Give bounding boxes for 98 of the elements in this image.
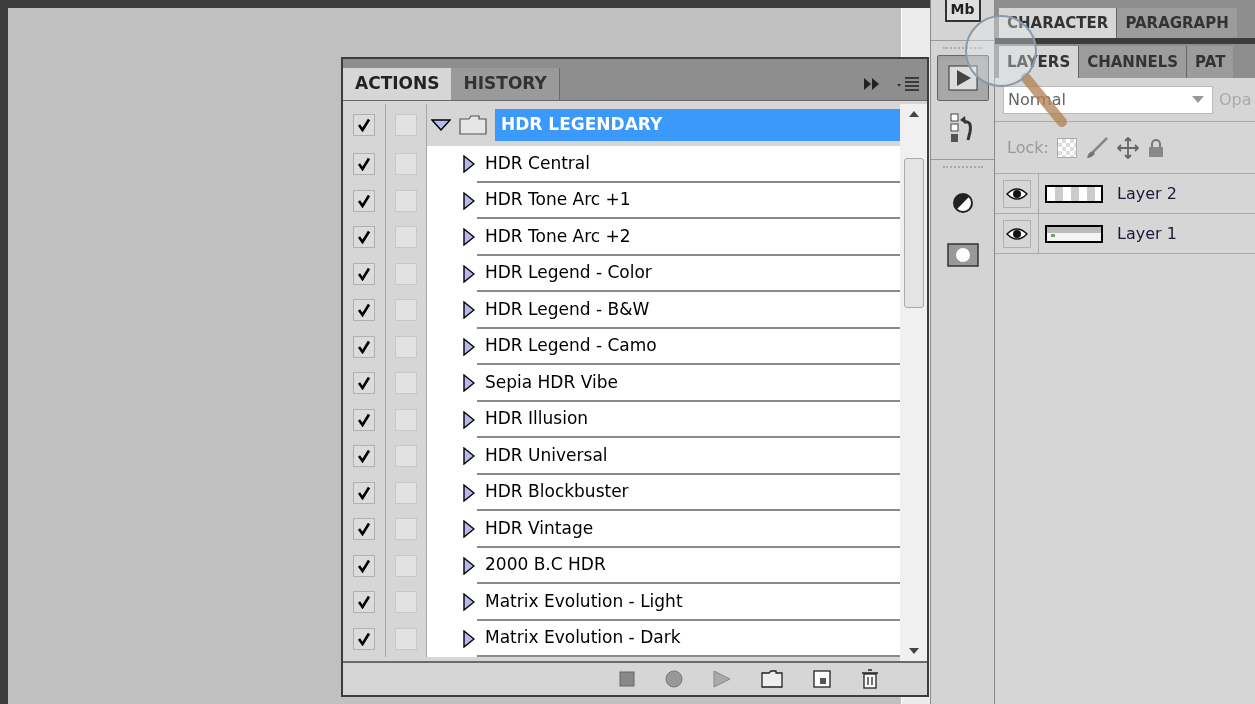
checkmark-icon: [357, 376, 371, 391]
panel-tab[interactable]: HISTORY: [451, 68, 560, 100]
mini-bridge-icon[interactable]: Mb: [944, 0, 981, 22]
dialog-toggle[interactable]: [395, 335, 417, 358]
checkmark-icon: [357, 631, 371, 646]
folder-icon: [459, 115, 487, 135]
checkmark-icon: [357, 485, 371, 500]
checkbox[interactable]: [353, 153, 375, 176]
panel-tab[interactable]: PAT: [1186, 46, 1234, 78]
move-icon[interactable]: [1116, 136, 1139, 159]
collapsed-triangle-icon[interactable]: [463, 520, 475, 539]
expanded-triangle-icon[interactable]: [431, 119, 451, 131]
panel-tab[interactable]: PARAGRAPH: [1116, 8, 1237, 38]
dialog-toggle[interactable]: [395, 262, 417, 285]
collapsed-triangle-icon[interactable]: [463, 191, 475, 210]
checkbox[interactable]: [353, 481, 375, 504]
panel-tab[interactable]: CHARACTER: [999, 8, 1117, 38]
checkbox[interactable]: [353, 408, 375, 431]
scroll-up-icon[interactable]: [907, 110, 920, 118]
checkmark-icon: [357, 193, 371, 208]
panel-tab[interactable]: LAYERS: [999, 46, 1079, 78]
collapsed-triangle-icon[interactable]: [463, 228, 475, 247]
dialog-toggle[interactable]: [395, 518, 417, 541]
trash-icon[interactable]: [861, 669, 879, 689]
dialog-toggle[interactable]: [395, 189, 417, 212]
checkbox[interactable]: [353, 627, 375, 650]
dialog-toggle[interactable]: [395, 372, 417, 395]
checkmark-icon: [357, 412, 371, 427]
dialog-toggle[interactable]: [395, 591, 417, 614]
checkmark-icon: [357, 558, 371, 573]
panel-tab[interactable]: ACTIONS: [343, 68, 452, 100]
checkmark-icon: [357, 449, 371, 464]
dialog-toggle[interactable]: [395, 408, 417, 431]
layer-row[interactable]: Layer 2: [995, 174, 1255, 214]
checkbox[interactable]: [353, 554, 375, 577]
collapsed-triangle-icon[interactable]: [463, 410, 475, 429]
brush-icon[interactable]: [1084, 136, 1109, 159]
dialog-toggle[interactable]: [395, 445, 417, 468]
layer-thumbnail: [1045, 224, 1103, 243]
collapsed-triangle-icon[interactable]: [463, 556, 475, 575]
scrollbar[interactable]: [900, 104, 927, 661]
checkbox[interactable]: [353, 335, 375, 358]
new-item-icon[interactable]: [813, 670, 831, 688]
lock-icon[interactable]: [1146, 137, 1165, 158]
dialog-toggle[interactable]: [395, 554, 417, 577]
collapsed-triangle-icon[interactable]: [463, 374, 475, 393]
checkmark-icon: [357, 230, 371, 245]
collapsed-triangle-icon[interactable]: [463, 483, 475, 502]
play-icon: [947, 65, 978, 91]
checkmark-icon: [357, 595, 371, 610]
checkbox[interactable]: [353, 518, 375, 541]
panel-tab[interactable]: CHANNELS: [1078, 46, 1187, 78]
collapsed-triangle-icon[interactable]: [463, 447, 475, 466]
checkbox[interactable]: [353, 226, 375, 249]
checkmark-icon: [357, 339, 371, 354]
mask-icon: [946, 243, 979, 267]
checkmark-icon: [357, 157, 371, 172]
eye-icon: [1005, 226, 1028, 241]
visibility-toggle[interactable]: [1002, 219, 1031, 248]
visibility-toggle[interactable]: [1002, 179, 1031, 208]
dialog-toggle[interactable]: [395, 627, 417, 650]
layer-name: Layer 2: [1117, 182, 1177, 205]
collapsed-triangle-icon[interactable]: [463, 264, 475, 283]
collapsed-triangle-icon[interactable]: [463, 155, 475, 174]
checkbox[interactable]: [353, 189, 375, 212]
checkbox[interactable]: [353, 372, 375, 395]
collapsed-triangle-icon[interactable]: [463, 593, 475, 612]
dialog-toggle[interactable]: [395, 114, 417, 136]
checkbox[interactable]: [353, 591, 375, 614]
layer-name: Layer 1: [1117, 222, 1177, 245]
checkbox[interactable]: [353, 262, 375, 285]
dialog-toggle[interactable]: [395, 153, 417, 176]
fast-forward-icon[interactable]: [863, 78, 881, 90]
adjustment-icon: [951, 192, 974, 214]
checkmark-icon: [357, 522, 371, 537]
layer-row[interactable]: Layer 1: [995, 214, 1255, 254]
checkbox[interactable]: [353, 299, 375, 322]
collapsed-triangle-icon[interactable]: [463, 301, 475, 320]
layer-thumbnail: [1045, 184, 1103, 203]
checkmark-icon: [357, 303, 371, 318]
checkbox[interactable]: [353, 445, 375, 468]
checkbox[interactable]: [353, 114, 375, 136]
panel-menu-icon[interactable]: [895, 76, 921, 92]
record-icon[interactable]: [665, 670, 683, 688]
eye-icon: [1005, 186, 1028, 201]
checkmark-icon: [357, 118, 371, 132]
checkmark-icon: [357, 266, 371, 281]
dialog-toggle[interactable]: [395, 481, 417, 504]
dialog-toggle[interactable]: [395, 299, 417, 322]
lock-label: Lock:: [1007, 136, 1049, 159]
scroll-down-icon[interactable]: [907, 647, 920, 655]
dialog-toggle[interactable]: [395, 226, 417, 249]
collapsed-triangle-icon[interactable]: [463, 337, 475, 356]
collapsed-triangle-icon[interactable]: [463, 629, 475, 648]
panel-tool-button[interactable]: [936, 55, 989, 101]
scrollbar-thumb[interactable]: [903, 158, 924, 308]
folder-icon[interactable]: [761, 670, 783, 688]
caret-icon: [1192, 96, 1204, 103]
